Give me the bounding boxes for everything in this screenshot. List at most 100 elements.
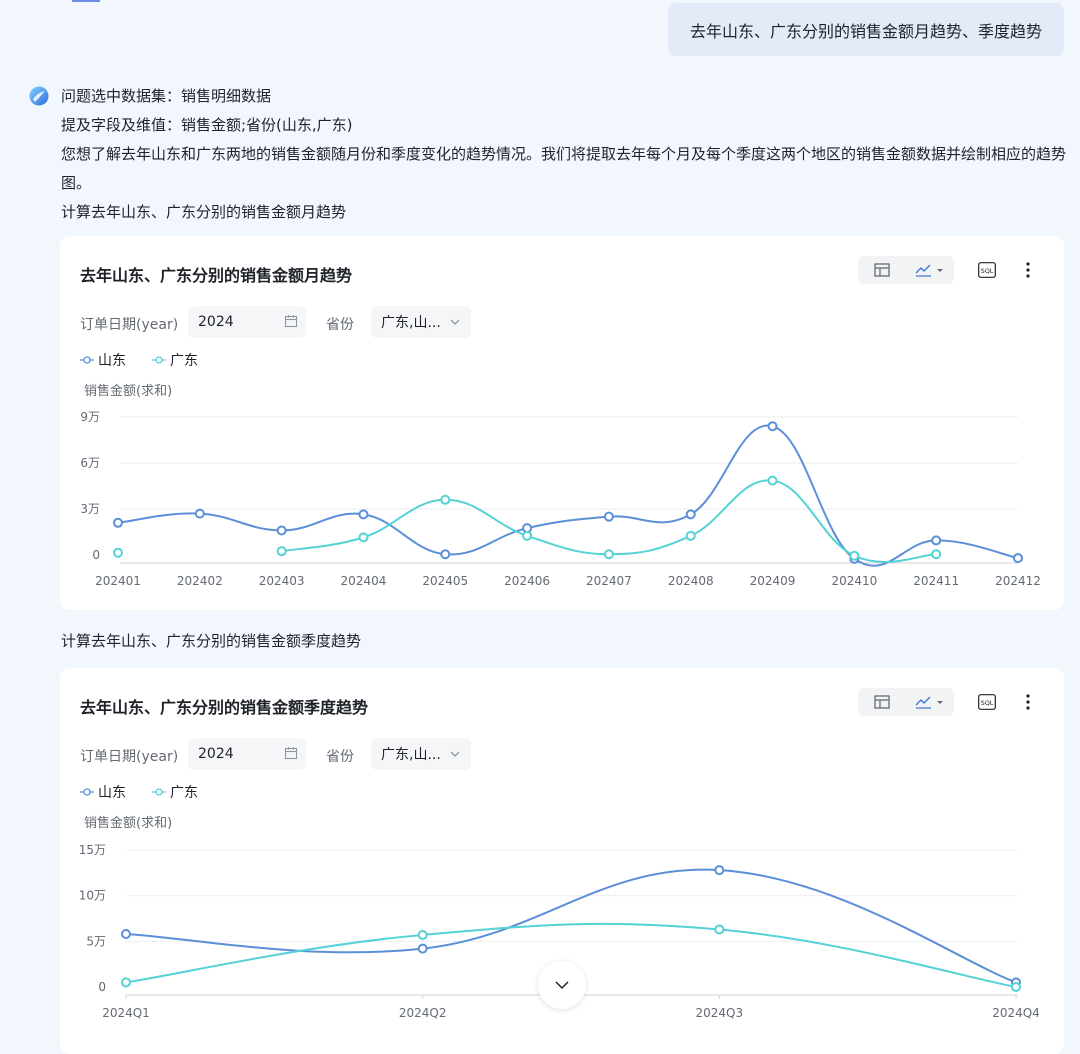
top-accent-bar: [72, 0, 100, 2]
province-filter-value: 广东,山...: [381, 315, 441, 331]
y-tick-label: 10万: [79, 889, 106, 903]
legend-marker-icon: [152, 356, 166, 364]
legend-label: 山东: [98, 353, 126, 369]
view-toggle: [858, 688, 954, 716]
x-tick-label: 202411: [913, 574, 959, 588]
data-point: [685, 509, 696, 520]
user-query-bubble: 去年山东、广东分别的销售金额月趋势、季度趋势: [668, 3, 1064, 56]
chart-legend: 山东 广东: [80, 350, 198, 370]
x-tick-label: 202410: [831, 574, 877, 588]
svg-text:SQL: SQL: [981, 267, 994, 275]
step-monthly-label: 计算去年山东、广东分别的销售金额月趋势: [61, 203, 347, 221]
more-vertical-icon[interactable]: [1018, 692, 1038, 712]
data-point: [113, 517, 123, 528]
legend-marker-icon: [80, 788, 94, 796]
user-query-text: 去年山东、广东分别的销售金额月趋势、季度趋势: [689, 21, 1042, 41]
data-point: [1011, 982, 1021, 992]
x-tick-label: 202409: [750, 574, 796, 588]
province-filter-select[interactable]: 广东,山...: [371, 306, 471, 338]
date-filter-value: 2024: [198, 746, 234, 762]
svg-text:SQL: SQL: [981, 699, 994, 707]
province-filter-label: 省份: [326, 749, 354, 765]
x-tick-label: 2024Q1: [102, 1006, 150, 1020]
data-point: [767, 475, 778, 486]
table-view-button[interactable]: [858, 256, 906, 284]
data-point: [767, 421, 778, 432]
data-point: [714, 924, 725, 935]
data-point: [440, 549, 451, 560]
explanation-text: 您想了解去年山东和广东两地的销售金额随月份和季度变化的趋势情况。我们将提取去年每…: [61, 145, 1067, 192]
chart-type-dropdown[interactable]: [906, 688, 954, 716]
x-tick-label: 202405: [422, 574, 468, 588]
card-title: 去年山东、广东分别的销售金额季度趋势: [80, 698, 369, 717]
scroll-down-button[interactable]: [538, 961, 586, 1009]
x-tick-label: 202412: [995, 574, 1041, 588]
legend-marker-icon: [80, 356, 94, 364]
table-view-button[interactable]: [858, 688, 906, 716]
data-point: [113, 547, 123, 558]
x-tick-label: 202403: [259, 574, 305, 588]
province-filter-label: 省份: [326, 317, 354, 333]
data-point: [358, 532, 369, 543]
table-icon: [874, 695, 890, 709]
data-point: [358, 509, 369, 520]
data-point: [417, 943, 428, 954]
sql-icon[interactable]: SQL: [978, 262, 996, 278]
y-axis-label: 销售金额(求和): [84, 816, 173, 831]
y-tick-label: 0: [98, 980, 106, 994]
y-axis-label: 销售金额(求和): [84, 384, 173, 399]
chart-type-dropdown[interactable]: [906, 256, 954, 284]
data-point: [1013, 553, 1023, 564]
date-filter-value: 2024: [198, 314, 234, 330]
monthly-chart-card: 去年山东、广东分别的销售金额月趋势 SQL 订单日期(year) 2024 省份…: [60, 236, 1064, 610]
step-quarterly-label: 计算去年山东、广东分别的销售金额季度趋势: [61, 632, 362, 650]
data-point: [276, 525, 287, 536]
date-filter-label: 订单日期(year): [80, 317, 179, 333]
data-point: [685, 530, 696, 541]
chevron-down-icon: [450, 319, 460, 325]
data-point: [121, 929, 131, 940]
view-toggle: [858, 256, 954, 284]
calendar-icon: [284, 315, 298, 328]
table-icon: [874, 263, 890, 277]
x-tick-label: 202404: [341, 574, 387, 588]
line-chart-icon: [915, 696, 943, 709]
x-tick-label: 2024Q2: [399, 1006, 447, 1020]
date-filter-input[interactable]: 2024: [188, 738, 306, 770]
x-tick-label: 2024Q4: [992, 1006, 1040, 1020]
data-point: [603, 511, 614, 522]
data-point: [194, 508, 205, 519]
y-tick-label: 5万: [86, 934, 106, 948]
date-filter-label: 订单日期(year): [80, 749, 179, 765]
legend-item-shandong[interactable]: 山东: [80, 350, 126, 370]
x-tick-label: 202402: [177, 574, 223, 588]
assistant-answer: 问题选中数据集：销售明细数据 提及字段及维值：销售金额;省份(山东,广东) 您想…: [61, 82, 1071, 227]
data-point: [849, 550, 860, 561]
more-vertical-icon[interactable]: [1018, 260, 1038, 280]
data-point: [714, 865, 725, 876]
data-point: [931, 535, 942, 546]
legend-item-guangdong[interactable]: 广东: [152, 350, 198, 370]
legend-item-shandong[interactable]: 山东: [80, 782, 126, 802]
legend-item-guangdong[interactable]: 广东: [152, 782, 198, 802]
data-point: [931, 549, 942, 560]
data-point: [603, 549, 614, 560]
sql-icon[interactable]: SQL: [978, 694, 996, 710]
series-line-shandong: [117, 424, 1019, 567]
date-filter-input[interactable]: 2024: [188, 306, 306, 338]
data-point: [522, 530, 533, 541]
province-filter-select[interactable]: 广东,山...: [371, 738, 471, 770]
y-tick-label: 0: [92, 548, 100, 562]
chevron-down-icon: [450, 751, 460, 757]
chart-legend: 山东 广东: [80, 782, 198, 802]
x-tick-label: 202401: [95, 574, 141, 588]
x-tick-label: 202407: [586, 574, 632, 588]
x-tick-label: 202406: [504, 574, 550, 588]
card-title: 去年山东、广东分别的销售金额月趋势: [80, 266, 353, 285]
province-filter-value: 广东,山...: [381, 747, 441, 763]
assistant-logo-icon: [29, 86, 49, 106]
data-point: [417, 929, 428, 940]
legend-label: 广东: [170, 353, 198, 369]
calendar-icon: [284, 747, 298, 760]
dataset-line: 问题选中数据集：销售明细数据: [61, 87, 272, 105]
